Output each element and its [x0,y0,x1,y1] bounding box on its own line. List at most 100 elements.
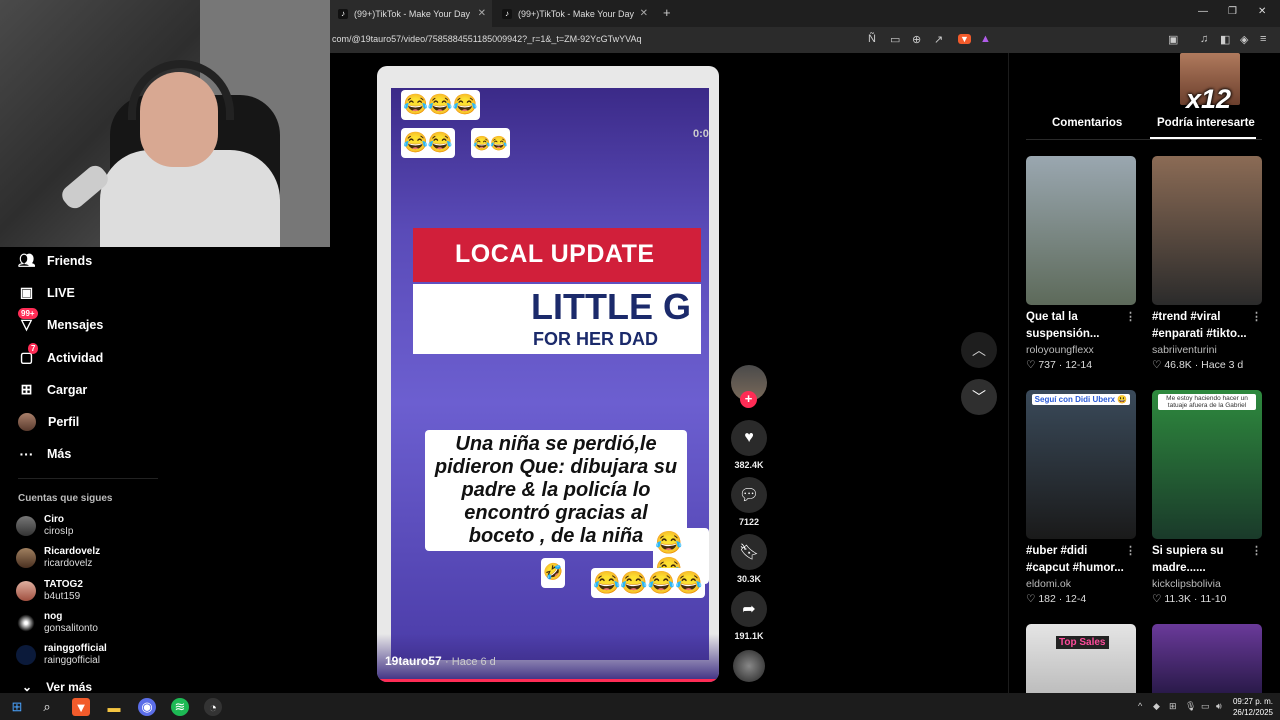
sidebar-item-label: Mensajes [47,317,104,332]
heart-icon: ♥ [744,429,754,446]
close-tab-icon[interactable]: ✕ [478,8,486,19]
following-account[interactable]: Ciro cirosIp [16,514,73,538]
more-options-icon[interactable]: ⋮ [1125,309,1136,326]
following-account[interactable]: Ricardovelz ricardovelz [16,546,100,570]
next-video-button[interactable]: ﹀ [961,379,997,415]
save-button[interactable]: 🔖︎ [731,534,767,570]
music-icon[interactable]: ♫ [1200,33,1208,45]
following-account[interactable]: rainggofficial rainggofficial [16,643,107,667]
sidebar-item-upload[interactable]: ⊞ Cargar [18,381,88,398]
more-options-icon[interactable]: ⋮ [1251,543,1262,560]
activity-badge: 7 [28,343,39,354]
account-handle: cirosIp [44,526,74,537]
video-author[interactable]: 19tauro57 · Hace 6 d [385,654,496,668]
share-icon[interactable]: ↗ [934,33,943,46]
music-disc-icon[interactable] [733,650,765,682]
video-card[interactable]: Que tal la suspensión... ⋮ roloyoungflexx… [1026,156,1136,371]
video-card[interactable]: Top Sales [1026,624,1136,693]
system-clock[interactable]: 09:27 p. m. 26/12/2025 [1227,696,1273,718]
previous-video-button[interactable]: ︿ [961,332,997,368]
card-stats: ♡ 46.8K · Hace 3 d [1152,359,1244,371]
like-button[interactable]: ♥ [731,420,767,456]
video-card[interactable]: Me estoy haciendo hacer un tatuaje afuer… [1152,390,1262,605]
video-caption: Una niña se perdió,le pidieron Que: dibu… [425,430,687,551]
menu-icon[interactable]: ≡ [1260,33,1266,45]
video-progress-bar[interactable] [377,679,719,682]
card-title: Si supiera su madre...... [1152,545,1224,574]
sidebar-item-messages[interactable]: ▽ 99+ Mensajes [18,308,104,333]
more-icon: ··· [19,445,34,462]
minimize-icon[interactable]: — [1198,6,1208,17]
close-tab-icon[interactable]: ✕ [640,8,648,19]
new-tab-button[interactable]: + [663,5,671,20]
file-explorer-icon[interactable]: ▬ [105,698,123,716]
account-handle: gonsalitonto [44,623,98,634]
card-author[interactable]: kickclipsbolivia [1152,578,1262,590]
search-icon[interactable]: ⌕ [38,698,56,716]
wallet-icon[interactable]: ◧ [1220,33,1230,46]
tray-app-icon[interactable]: ◆ [1153,701,1160,712]
zoom-icon[interactable]: ⊕ [912,33,921,46]
video-frame: 😂😂😂 😂😂 😂😂 LOCAL UPDATE LITTLE G FOR HER … [391,88,709,660]
vpn-icon[interactable]: ◈ [1240,33,1248,46]
tray-app-icon[interactable]: ⊞ [1169,701,1177,712]
restore-icon[interactable]: ❐ [1228,6,1237,17]
following-account[interactable]: nog gonsalitonto [16,611,98,635]
windows-start-icon[interactable]: ⊞ [8,698,26,716]
tiktok-favicon-icon: ♪ [338,8,348,19]
headline-text: LITTLE G [531,286,691,327]
translate-icon[interactable]: Ñ [868,33,876,45]
sidebar-item-profile[interactable]: Perfil [18,413,79,431]
sidebar-item-more[interactable]: ··· Más [18,445,72,462]
follow-button[interactable]: + [740,391,757,408]
card-author[interactable]: eldomi.ok [1026,578,1136,590]
chevron-up-icon[interactable]: ^ [1138,701,1142,711]
tab-recommended[interactable]: Podría interesarte [1157,117,1255,129]
brave-browser-icon[interactable]: ▼ [72,698,90,716]
cast-icon[interactable]: ▭ [890,33,900,46]
network-icon[interactable]: ▭ [1201,701,1210,712]
more-options-icon[interactable]: ⋮ [1125,543,1136,560]
video-card[interactable]: #trend #viral #enparati #tikto... ⋮ sabri… [1152,156,1262,371]
spotify-icon[interactable]: ≋ [171,698,189,716]
video-player[interactable]: 😂😂😂 😂😂 😂😂 LOCAL UPDATE LITTLE G FOR HER … [377,66,719,682]
brave-shield-icon[interactable]: ▼ [958,33,971,45]
thumbnail-text: Top Sales [1056,636,1109,649]
comment-button[interactable]: 💬︎ [731,477,767,513]
obs-icon[interactable]: ◔ [204,698,222,716]
thumbnail-text: Seguí con Didi Uberx 😃 [1032,394,1130,405]
card-author[interactable]: sabriiventurini [1152,344,1262,356]
see-more-button[interactable]: ⌄ Ver más [22,680,92,694]
microphone-icon[interactable]: 🎙︎ [1185,701,1196,712]
chevron-down-icon: ⌄ [22,680,33,694]
account-name: Ciro [44,514,64,525]
address-bar: com/@19tauro57/video/7585884551185009942… [330,27,1280,53]
card-author[interactable]: roloyoungflexx [1026,344,1136,356]
like-count: 382.4K [734,460,764,470]
browser-tab[interactable]: ♪ (99+)TikTok - Make Your Day ✕ [494,0,654,27]
following-account[interactable]: TATOG2 b4ut159 [16,579,83,603]
card-stats: ♡ 737 · 12-14 [1026,359,1093,371]
heart-outline-icon: ♡ [1152,593,1162,605]
sidebar-item-friends[interactable]: 👥︎ Friends [18,252,93,269]
close-window-icon[interactable]: ✕ [1258,6,1266,17]
author-name[interactable]: 19tauro57 [385,654,442,668]
sidebar-item-activity[interactable]: ▢ 7 Actividad [18,343,103,366]
tab-comments[interactable]: Comentarios [1052,117,1122,129]
rewards-icon[interactable]: ▲ [980,33,991,45]
share-button[interactable]: ➦ [731,591,767,627]
video-card[interactable] [1152,624,1262,693]
bookmark-icon: 🔖︎ [738,544,760,561]
see-more-label: Ver más [46,680,93,694]
sidebar-item-label: Más [47,446,72,461]
tab-title: (99+)TikTok - Make Your Day [354,8,470,19]
browser-tab[interactable]: ♪ (99+)TikTok - Make Your Day ✕ [330,0,492,27]
share-arrow-icon: ➦ [742,601,756,618]
url-field[interactable]: com/@19tauro57/video/7585884551185009942… [332,34,642,44]
sidebar-item-live[interactable]: ▣ LIVE [18,284,75,301]
more-options-icon[interactable]: ⋮ [1251,309,1262,326]
sidebar-icon[interactable]: ▣ [1168,33,1178,46]
video-card[interactable]: Seguí con Didi Uberx 😃 #uber #didi #capc… [1026,390,1136,605]
volume-icon[interactable]: 🔊︎ [1216,701,1222,712]
discord-icon[interactable]: ◉ [138,698,156,716]
